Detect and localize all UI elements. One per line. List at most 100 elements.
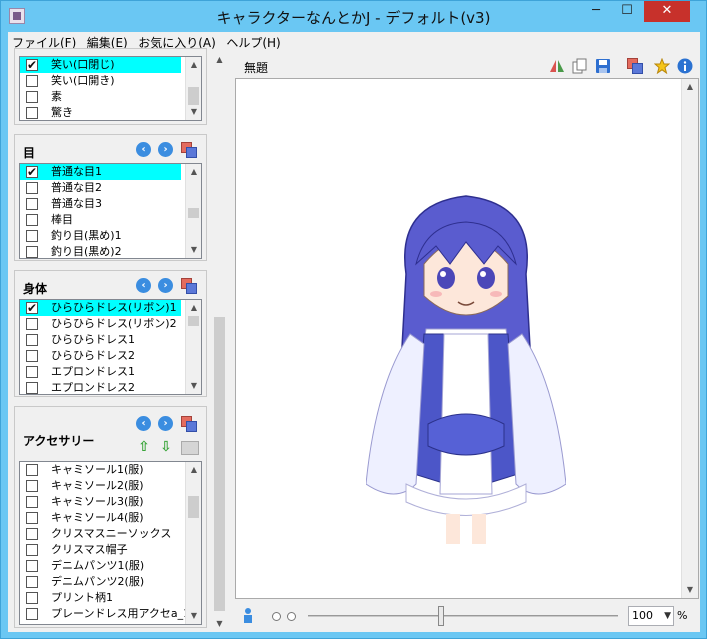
- zoom-select[interactable]: 100 ▼: [628, 606, 674, 626]
- checkbox[interactable]: [26, 75, 38, 87]
- save-icon[interactable]: [595, 58, 611, 74]
- list-item[interactable]: 笑い(口開き): [20, 73, 201, 89]
- list-item[interactable]: 驚き: [20, 105, 201, 120]
- chevron-right-icon[interactable]: ›: [158, 142, 173, 157]
- maximize-button[interactable]: ☐: [613, 1, 641, 22]
- scroll-thumb[interactable]: [188, 87, 199, 105]
- parts-pane-scrollbar[interactable]: ▲ ▼: [211, 52, 228, 632]
- scroll-up-icon[interactable]: ▲: [682, 79, 698, 95]
- list-item[interactable]: クリスマス帽子: [20, 542, 201, 558]
- scroll-up-icon[interactable]: ▲: [186, 462, 201, 478]
- list-item[interactable]: クリスマスニーソックス: [20, 526, 201, 542]
- scroll-down-icon[interactable]: ▼: [186, 378, 201, 394]
- duplicate-icon[interactable]: [572, 58, 588, 74]
- list-item[interactable]: キャミソール3(服): [20, 494, 201, 510]
- menu-help[interactable]: ヘルプ(H): [222, 32, 283, 52]
- checkbox[interactable]: [26, 560, 38, 572]
- scroll-down-icon[interactable]: ▼: [682, 582, 698, 598]
- list-item[interactable]: ひらひらドレス2: [20, 348, 201, 364]
- info-icon[interactable]: [677, 58, 693, 74]
- body-list[interactable]: ひらひらドレス(リボン)1 ひらひらドレス(リボン)2 ひらひらドレス1 ひらひらドレ…: [19, 299, 202, 395]
- scroll-down-icon[interactable]: ▼: [186, 608, 201, 624]
- preview-canvas[interactable]: ▲ ▼: [235, 78, 699, 599]
- chevron-left-icon[interactable]: ‹: [136, 416, 151, 431]
- chevron-left-icon[interactable]: ‹: [136, 278, 151, 293]
- copy-icon[interactable]: [181, 416, 197, 432]
- checkbox[interactable]: [26, 382, 38, 394]
- flip-icon[interactable]: [549, 58, 565, 74]
- list-item[interactable]: キャミソール4(服): [20, 510, 201, 526]
- checkbox[interactable]: [26, 334, 38, 346]
- scroll-up-icon[interactable]: ▲: [211, 52, 228, 68]
- folder-icon[interactable]: [181, 441, 199, 455]
- list-item[interactable]: 棒目: [20, 212, 201, 228]
- list-item[interactable]: 素: [20, 89, 201, 105]
- copy-icon[interactable]: [181, 278, 197, 294]
- list-item[interactable]: ひらひらドレス(リボン)2: [20, 316, 201, 332]
- accessory-list-scrollbar[interactable]: ▲ ▼: [185, 462, 201, 624]
- scroll-up-icon[interactable]: ▲: [186, 57, 201, 73]
- checkbox[interactable]: [26, 464, 38, 476]
- copy-icon[interactable]: [181, 142, 197, 158]
- star-icon[interactable]: [654, 58, 670, 74]
- list-item[interactable]: エプロンドレス1: [20, 364, 201, 380]
- checkbox[interactable]: [26, 496, 38, 508]
- list-item[interactable]: キャミソール2(服): [20, 478, 201, 494]
- list-item[interactable]: ひらひらドレス1: [20, 332, 201, 348]
- scroll-thumb[interactable]: [188, 496, 199, 518]
- radio-option-1[interactable]: [272, 612, 281, 621]
- copy-icon[interactable]: [627, 58, 643, 74]
- checkbox[interactable]: [26, 318, 38, 330]
- minimize-button[interactable]: ─: [581, 1, 611, 22]
- scroll-up-icon[interactable]: ▲: [186, 300, 201, 316]
- zoom-slider-track[interactable]: [308, 615, 618, 617]
- checkbox[interactable]: [26, 214, 38, 226]
- list-item[interactable]: キャミソール1(服): [20, 462, 201, 478]
- chevron-left-icon[interactable]: ‹: [136, 142, 151, 157]
- radio-option-2[interactable]: [287, 612, 296, 621]
- preview-scrollbar[interactable]: ▲ ▼: [681, 79, 698, 598]
- scroll-down-icon[interactable]: ▼: [186, 104, 201, 120]
- zoom-slider-thumb[interactable]: [438, 606, 444, 626]
- checkbox[interactable]: [26, 246, 38, 258]
- checkbox[interactable]: [26, 107, 38, 119]
- person-icon[interactable]: [241, 607, 255, 625]
- checkbox[interactable]: [26, 57, 38, 73]
- checkbox[interactable]: [26, 91, 38, 103]
- list-item[interactable]: 普通な目1: [20, 164, 181, 180]
- accessory-list[interactable]: キャミソール1(服) キャミソール2(服) キャミソール3(服) キャミソール4(服)…: [19, 461, 202, 625]
- list-item[interactable]: 釣り目(黒め)1: [20, 228, 201, 244]
- checkbox[interactable]: [26, 300, 38, 316]
- checkbox[interactable]: [26, 198, 38, 210]
- checkbox[interactable]: [26, 230, 38, 242]
- close-button[interactable]: ✕: [644, 1, 690, 22]
- list-item[interactable]: 釣り目(黒め)2: [20, 244, 201, 258]
- arrow-down-icon[interactable]: ⇩: [159, 439, 173, 455]
- scroll-down-icon[interactable]: ▼: [211, 616, 228, 632]
- checkbox[interactable]: [26, 592, 38, 604]
- checkbox[interactable]: [26, 544, 38, 556]
- list-item[interactable]: プリント柄1: [20, 590, 201, 606]
- checkbox[interactable]: [26, 480, 38, 492]
- list-item[interactable]: 笑い(口閉じ): [20, 57, 181, 73]
- checkbox[interactable]: [26, 576, 38, 588]
- checkbox[interactable]: [26, 608, 38, 620]
- body-list-scrollbar[interactable]: ▲ ▼: [185, 300, 201, 394]
- checkbox[interactable]: [26, 350, 38, 362]
- eyes-list[interactable]: 普通な目1 普通な目2 普通な目3 棒目釣り目(黒め)1 釣り目(黒め)2 ▲ ▼: [19, 163, 202, 259]
- list-item[interactable]: 普通な目3: [20, 196, 201, 212]
- chevron-right-icon[interactable]: ›: [158, 416, 173, 431]
- list-item[interactable]: デニムパンツ1(服): [20, 558, 201, 574]
- mouth-list[interactable]: 笑い(口閉じ) 笑い(口開き) 素驚き ▲ ▼: [19, 56, 202, 121]
- list-item[interactable]: プレーンドレス用アクセa_1(...: [20, 606, 201, 622]
- checkbox[interactable]: [26, 512, 38, 524]
- scroll-thumb[interactable]: [188, 316, 199, 326]
- scroll-thumb[interactable]: [214, 317, 225, 611]
- list-item[interactable]: デニムパンツ2(服): [20, 574, 201, 590]
- checkbox[interactable]: [26, 366, 38, 378]
- scroll-thumb[interactable]: [188, 208, 199, 218]
- arrow-up-icon[interactable]: ⇧: [137, 439, 151, 455]
- checkbox[interactable]: [26, 182, 38, 194]
- mouth-list-scrollbar[interactable]: ▲ ▼: [185, 57, 201, 120]
- list-item[interactable]: エプロンドレス2: [20, 380, 201, 394]
